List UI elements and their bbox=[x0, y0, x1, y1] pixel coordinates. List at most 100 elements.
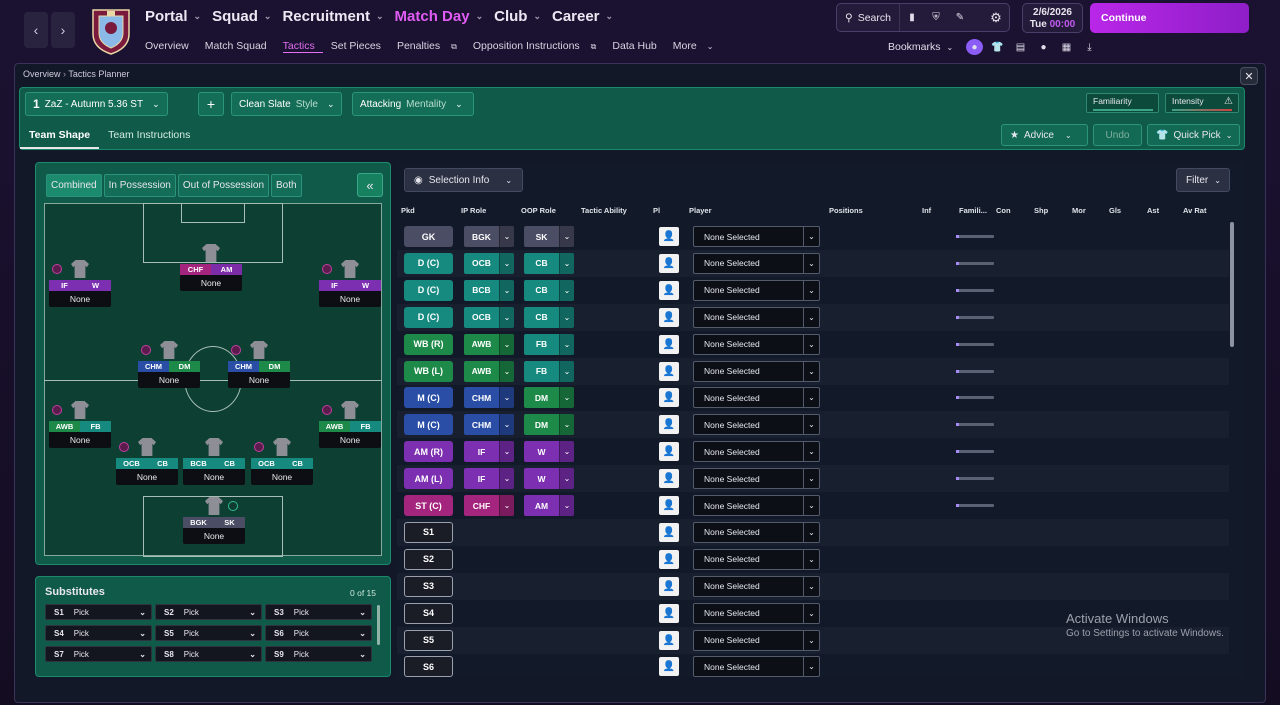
player-select[interactable]: None Selected ⌄ bbox=[693, 468, 820, 490]
subnav-more[interactable]: More ⌄ bbox=[673, 40, 722, 53]
player-info-icon[interactable]: 👤 bbox=[659, 549, 679, 569]
group-icon[interactable]: ● bbox=[1035, 39, 1052, 55]
player-select[interactable]: None Selected ⌄ bbox=[693, 252, 820, 274]
player-info-icon[interactable]: 👤 bbox=[659, 334, 679, 354]
sub-slot-s9[interactable]: S9 Pick ⌄ bbox=[265, 646, 372, 662]
player-info-icon[interactable]: 👤 bbox=[659, 522, 679, 542]
sub-slot-s2[interactable]: S2 Pick ⌄ bbox=[155, 604, 262, 620]
column-header-famili[interactable]: Famili... bbox=[959, 206, 987, 215]
column-header-pkd[interactable]: Pkd bbox=[401, 206, 415, 215]
picked-position-button[interactable]: AM (L) bbox=[404, 468, 453, 490]
tactic-selector[interactable]: 1 ZaZ - Autumn 5.36 ST ⌄ bbox=[25, 92, 168, 116]
undo-button[interactable]: Undo bbox=[1093, 124, 1142, 146]
column-header-oop-role[interactable]: OOP Role bbox=[521, 206, 556, 215]
player-select[interactable]: None Selected ⌄ bbox=[693, 279, 820, 301]
player-info-icon[interactable]: 👤 bbox=[659, 496, 679, 515]
nav-squad[interactable]: Squad ⌄ bbox=[212, 8, 271, 25]
oop-role-select[interactable]: W ⌄ bbox=[524, 441, 574, 463]
column-header-player[interactable]: Player bbox=[689, 206, 712, 215]
column-header-mor[interactable]: Mor bbox=[1072, 206, 1086, 215]
tab-out-of-possession[interactable]: Out of Possession bbox=[177, 174, 270, 197]
gear-icon[interactable]: ⚙ bbox=[982, 3, 1010, 32]
player-select[interactable]: None Selected ⌄ bbox=[693, 629, 820, 651]
player-select[interactable]: None Selected ⌄ bbox=[693, 387, 820, 409]
picked-position-button[interactable]: S3 bbox=[404, 575, 453, 597]
oop-role-select[interactable]: W ⌄ bbox=[524, 468, 574, 490]
sub-slot-s4[interactable]: S4 Pick ⌄ bbox=[45, 625, 152, 641]
ip-role-select[interactable]: IF ⌄ bbox=[464, 468, 514, 490]
player-select[interactable]: None Selected ⌄ bbox=[693, 226, 820, 247]
table-scrollbar[interactable] bbox=[1230, 222, 1234, 347]
date-box[interactable]: 2/6/2026 Tue 00:00 bbox=[1022, 3, 1083, 33]
ip-role-select[interactable]: CHM ⌄ bbox=[464, 414, 514, 436]
player-select[interactable]: None Selected ⌄ bbox=[693, 548, 820, 570]
tab-team-shape[interactable]: Team Shape bbox=[20, 123, 100, 149]
picked-position-button[interactable]: M (C) bbox=[404, 387, 453, 409]
subnav-overview[interactable]: Overview bbox=[145, 40, 197, 53]
player-info-icon[interactable]: 👤 bbox=[659, 630, 679, 650]
ip-role-select[interactable]: AWB ⌄ bbox=[464, 333, 514, 355]
shield-icon[interactable]: ⛨ bbox=[924, 4, 948, 31]
pitch-position-gk[interactable]: BGK SK None bbox=[183, 497, 245, 544]
picked-position-button[interactable]: GK bbox=[404, 226, 453, 247]
pitch-position-aml[interactable]: IF W None bbox=[319, 260, 381, 307]
player-info-icon[interactable]: 👤 bbox=[659, 415, 679, 435]
player-select[interactable]: None Selected ⌄ bbox=[693, 333, 820, 355]
oop-role-select[interactable]: CB ⌄ bbox=[524, 252, 574, 274]
pitch-position-st[interactable]: CHF AM None bbox=[180, 244, 242, 291]
picked-position-button[interactable]: ST (C) bbox=[404, 495, 453, 516]
collapse-icon[interactable]: « bbox=[357, 173, 383, 197]
forward-button[interactable]: › bbox=[51, 12, 75, 48]
column-header-tactic-ability[interactable]: Tactic Ability bbox=[581, 206, 627, 215]
nav-portal[interactable]: Portal ⌄ bbox=[145, 8, 201, 25]
sub-slot-s1[interactable]: S1 Pick ⌄ bbox=[45, 604, 152, 620]
close-icon[interactable]: ✕ bbox=[1240, 67, 1258, 85]
pitch-position-dcr[interactable]: OCB CB None bbox=[251, 438, 313, 485]
ip-role-select[interactable]: IF ⌄ bbox=[464, 441, 514, 463]
player-info-icon[interactable]: 👤 bbox=[659, 280, 679, 300]
subnav-data-hub[interactable]: Data Hub bbox=[612, 40, 664, 53]
add-tactic-button[interactable]: + bbox=[198, 92, 224, 116]
ip-role-select[interactable]: OCB ⌄ bbox=[464, 306, 514, 328]
picked-position-button[interactable]: WB (R) bbox=[404, 333, 453, 355]
pen-icon[interactable]: ✎ bbox=[948, 4, 972, 31]
continue-button[interactable]: Continue bbox=[1090, 3, 1249, 33]
oop-role-select[interactable]: DM ⌄ bbox=[524, 387, 574, 409]
tab-both[interactable]: Both bbox=[271, 174, 302, 197]
breadcrumb-overview[interactable]: Overview bbox=[23, 69, 61, 79]
column-header-con[interactable]: Con bbox=[996, 206, 1011, 215]
ip-role-select[interactable]: CHM ⌄ bbox=[464, 387, 514, 409]
column-header-pl[interactable]: Pl bbox=[653, 206, 660, 215]
player-info-icon[interactable]: 👤 bbox=[659, 361, 679, 381]
picked-position-button[interactable]: S2 bbox=[404, 548, 453, 570]
sub-slot-s7[interactable]: S7 Pick ⌄ bbox=[45, 646, 152, 662]
nav-career[interactable]: Career ⌄ bbox=[552, 8, 613, 25]
player-select[interactable]: None Selected ⌄ bbox=[693, 441, 820, 463]
player-info-icon[interactable]: 👤 bbox=[659, 657, 679, 677]
clipboard-icon[interactable]: ▤ bbox=[1012, 39, 1029, 55]
calendar-icon[interactable]: ▦ bbox=[1058, 39, 1075, 55]
download-icon[interactable]: ⤓ bbox=[1081, 39, 1098, 55]
filter-button[interactable]: Filter ⌄ bbox=[1176, 168, 1230, 192]
picked-position-button[interactable]: D (C) bbox=[404, 279, 453, 301]
picked-position-button[interactable]: D (C) bbox=[404, 306, 453, 328]
nav-match-day[interactable]: Match Day ⌄ bbox=[395, 8, 484, 25]
player-info-icon[interactable]: 👤 bbox=[659, 442, 679, 462]
nav-recruitment[interactable]: Recruitment ⌄ bbox=[282, 8, 383, 25]
column-header-ip-role[interactable]: IP Role bbox=[461, 206, 486, 215]
picked-position-button[interactable]: S5 bbox=[404, 629, 453, 651]
subnav-tactics[interactable]: Tactics bbox=[282, 40, 323, 53]
bookmark-icon[interactable]: ▮ bbox=[900, 4, 924, 31]
pitch-position-dc[interactable]: BCB CB None bbox=[183, 438, 245, 485]
ip-role-select[interactable]: BGK ⌄ bbox=[464, 226, 514, 247]
ip-role-select[interactable]: OCB ⌄ bbox=[464, 252, 514, 274]
pitch-position-mcr[interactable]: CHM DM None bbox=[228, 341, 290, 388]
player-info-icon[interactable]: 👤 bbox=[659, 576, 679, 596]
player-info-icon[interactable]: 👤 bbox=[659, 469, 679, 489]
player-select[interactable]: None Selected ⌄ bbox=[693, 656, 820, 678]
pitch-position-dcl[interactable]: OCB CB None bbox=[116, 438, 178, 485]
picked-position-button[interactable]: WB (L) bbox=[404, 360, 453, 382]
player-select[interactable]: None Selected ⌄ bbox=[693, 575, 820, 597]
bookmarks-menu[interactable]: Bookmarks ⌄ bbox=[888, 41, 953, 53]
search-button[interactable]: ⚲ Search bbox=[837, 4, 900, 31]
